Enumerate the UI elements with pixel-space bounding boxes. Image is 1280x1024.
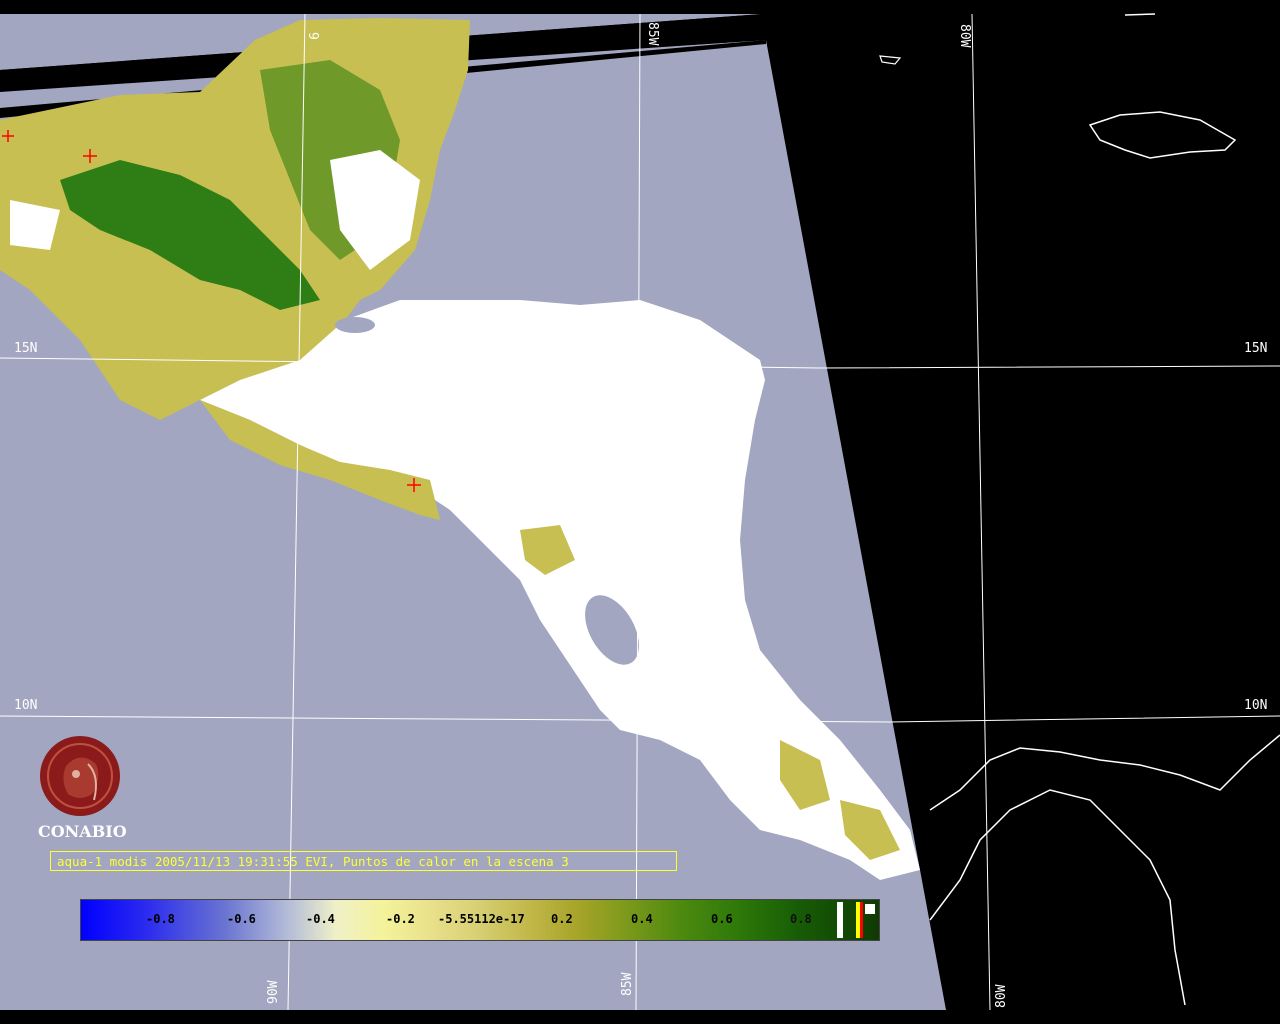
colorbar-tick: 0.4 bbox=[631, 912, 653, 926]
colorbar-tick: 0.8 bbox=[790, 912, 812, 926]
lon-label-80w-top: 80W bbox=[957, 24, 972, 48]
lon-label-80w-bottom: 80W bbox=[994, 984, 1009, 1008]
colorbar-tick: -0.4 bbox=[306, 912, 335, 926]
logo-name: CONABIO bbox=[38, 822, 127, 841]
lat-label-15n-left: 15N bbox=[14, 341, 38, 356]
colorbar-tick: 0.2 bbox=[551, 912, 573, 926]
colorbar-tick: -5.55112e-17 bbox=[438, 912, 525, 926]
lon-label-90w-bottom: 90W bbox=[266, 980, 281, 1004]
lon-label-85w-top: 85W bbox=[645, 22, 660, 46]
colorbar-tick: -0.8 bbox=[146, 912, 175, 926]
colorbar-swatch-white bbox=[837, 902, 843, 938]
colorbar-tick: -0.6 bbox=[227, 912, 256, 926]
lat-label-10n-left: 10N bbox=[14, 698, 38, 713]
conabio-logo-icon bbox=[40, 736, 120, 816]
lon-label-90w-top: 9 bbox=[305, 32, 320, 40]
evi-colorbar: -0.8 -0.6 -0.4 -0.2 -5.55112e-17 0.2 0.4… bbox=[80, 899, 880, 941]
lat-label-15n-right: 15N bbox=[1244, 341, 1268, 356]
scene-caption: aqua-1 modis 2005/11/13 19:31:55 EVI, Pu… bbox=[50, 851, 677, 871]
colorbar-tick: 0.6 bbox=[711, 912, 733, 926]
lon-label-85w-bottom: 85W bbox=[620, 972, 635, 996]
gulf-of-honduras bbox=[335, 317, 375, 333]
small-island bbox=[1124, 13, 1156, 16]
colorbar-tick: -0.2 bbox=[386, 912, 415, 926]
lat-label-10n-right: 10N bbox=[1244, 698, 1268, 713]
colorbar-swatch-white bbox=[865, 904, 875, 914]
colorbar-swatch-red bbox=[860, 902, 863, 938]
